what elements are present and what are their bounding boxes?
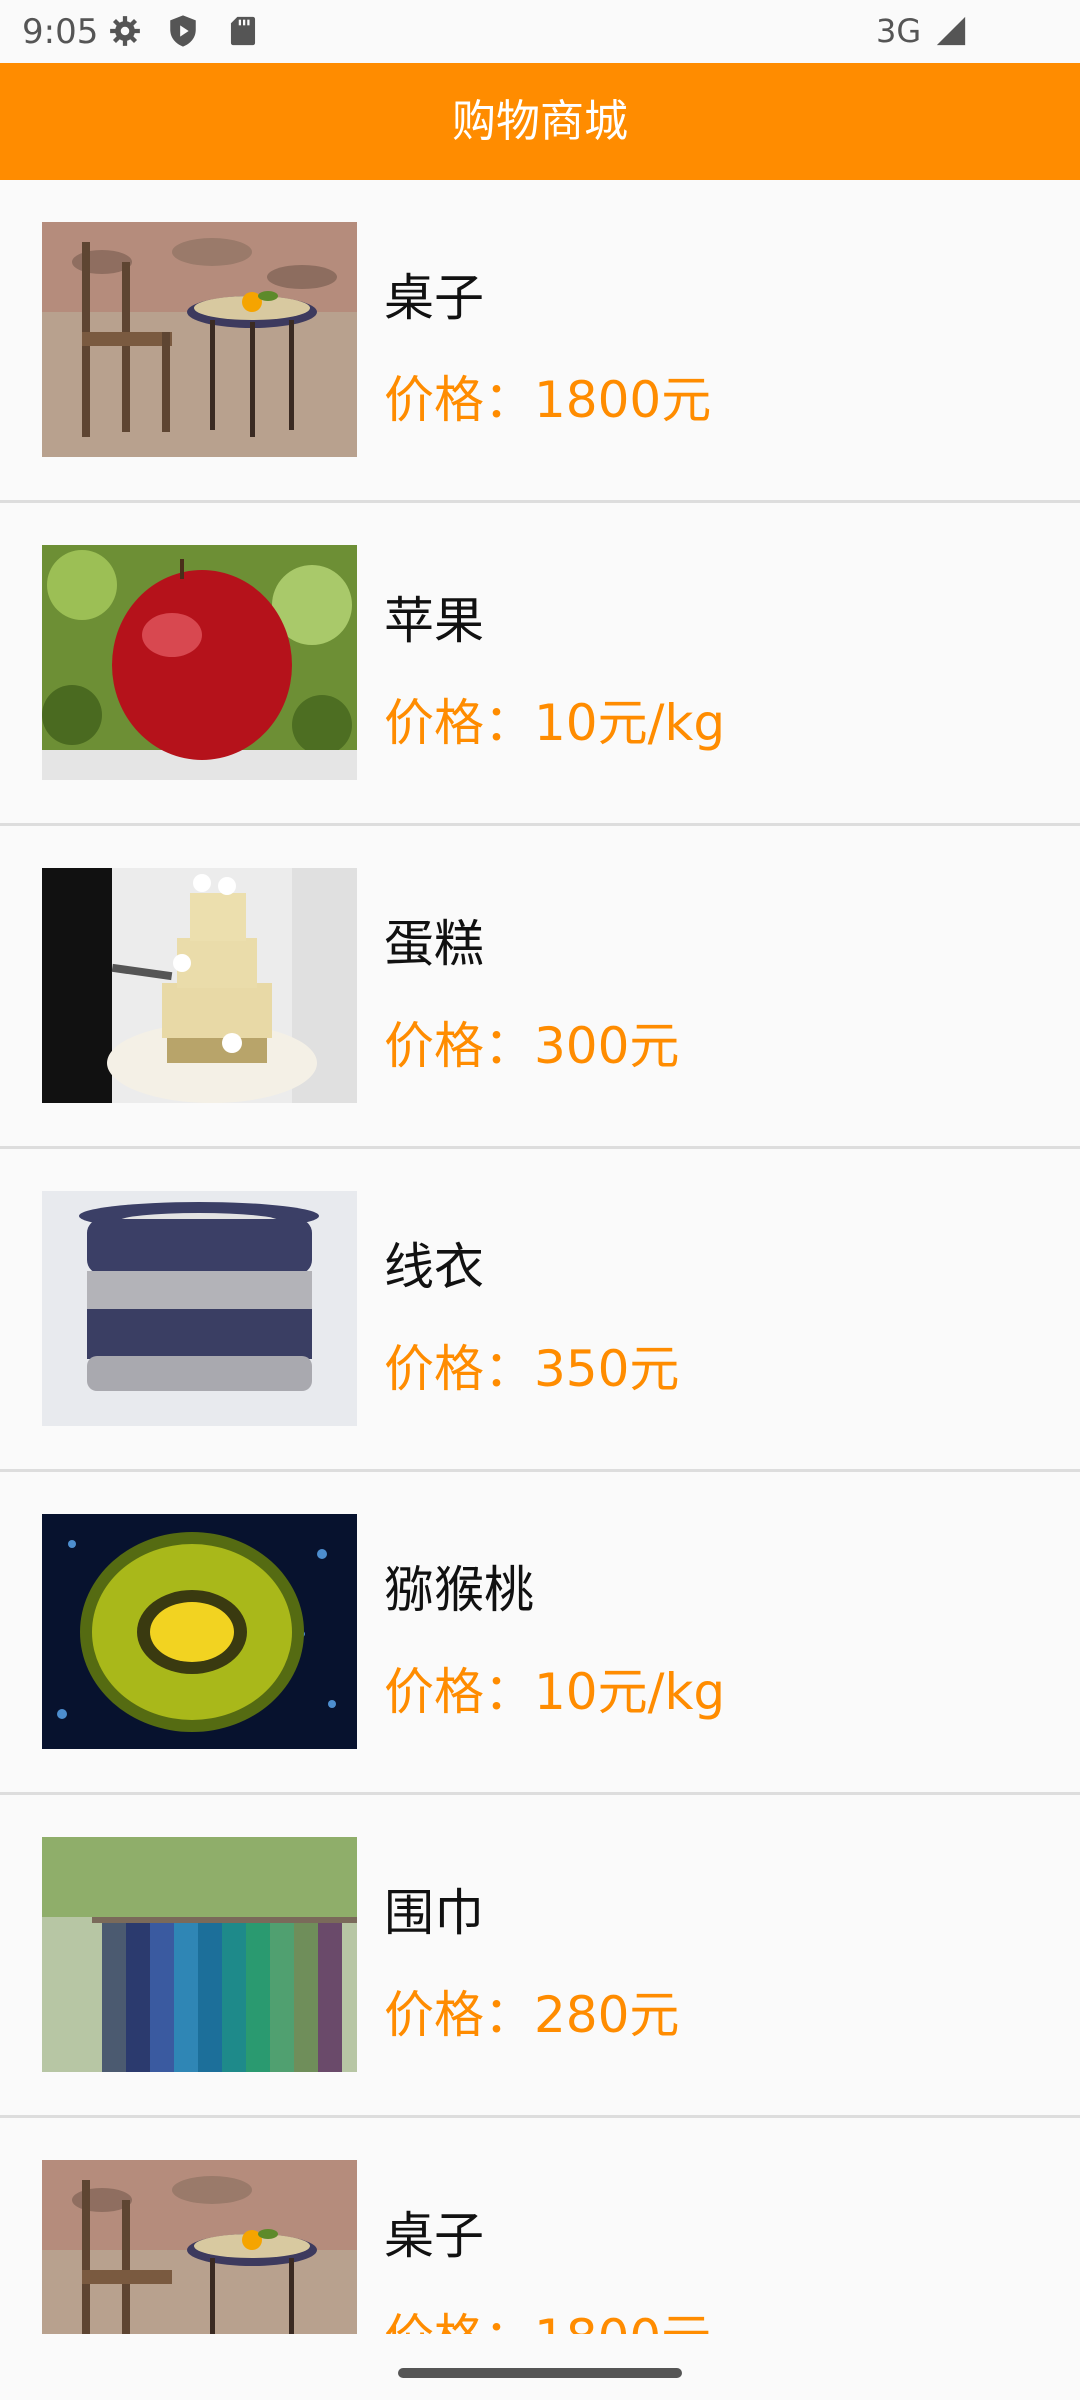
product-price: 价格：280元 bbox=[384, 1986, 680, 2044]
sd-card-icon bbox=[230, 16, 256, 46]
product-item-apple[interactable]: 苹果 价格：10元/kg bbox=[0, 503, 1080, 826]
status-bar: 9:05 3G bbox=[0, 0, 1080, 63]
product-item-table[interactable]: 桌子 价格：1800元 bbox=[0, 180, 1080, 503]
navigation-bar bbox=[0, 2334, 1080, 2400]
signal-icon bbox=[936, 16, 966, 46]
product-price: 价格：1800元 bbox=[384, 371, 712, 429]
home-indicator[interactable] bbox=[398, 2368, 682, 2378]
table-chair-image bbox=[42, 2160, 357, 2334]
product-list[interactable]: 桌子 价格：1800元 苹果 价格：10元/kg 蛋糕 价格：300元 线衣 价… bbox=[0, 180, 1080, 2334]
product-price: 价格：300元 bbox=[384, 1017, 680, 1075]
product-name: 蛋糕 bbox=[384, 915, 484, 973]
cake-image bbox=[42, 868, 357, 1103]
product-name: 猕猴桃 bbox=[384, 1561, 534, 1619]
apple-image bbox=[42, 545, 357, 780]
gear-icon bbox=[110, 16, 140, 46]
product-price: 价格：10元/kg bbox=[384, 694, 726, 752]
product-item-sweater[interactable]: 线衣 价格：350元 bbox=[0, 1149, 1080, 1472]
product-name: 苹果 bbox=[384, 592, 484, 650]
product-name: 围巾 bbox=[384, 1884, 484, 1942]
product-item-cake[interactable]: 蛋糕 价格：300元 bbox=[0, 826, 1080, 1149]
product-name: 线衣 bbox=[384, 1238, 484, 1296]
product-price: 价格：10元/kg bbox=[384, 1663, 726, 1721]
product-item-scarf[interactable]: 围巾 价格：280元 bbox=[0, 1795, 1080, 2118]
network-type: 3G bbox=[876, 12, 922, 50]
page-title: 购物商城 bbox=[452, 96, 628, 147]
product-price: 价格：1800元 bbox=[384, 2298, 711, 2334]
status-time: 9:05 bbox=[22, 12, 99, 52]
product-item-table-2[interactable]: 桌子 价格：1800元 bbox=[0, 2118, 1080, 2334]
product-price: 价格：350元 bbox=[384, 1340, 680, 1398]
product-name: 桌子 bbox=[384, 269, 484, 327]
shield-play-icon bbox=[170, 15, 196, 47]
app-bar: 购物商城 bbox=[0, 63, 1080, 180]
scarves-image bbox=[42, 1837, 357, 2072]
table-chair-image bbox=[42, 222, 357, 457]
kiwi-image bbox=[42, 1514, 357, 1749]
sweater-image bbox=[42, 1191, 357, 1426]
product-item-kiwi[interactable]: 猕猴桃 价格：10元/kg bbox=[0, 1472, 1080, 1795]
product-name: 桌子 bbox=[384, 2207, 484, 2265]
